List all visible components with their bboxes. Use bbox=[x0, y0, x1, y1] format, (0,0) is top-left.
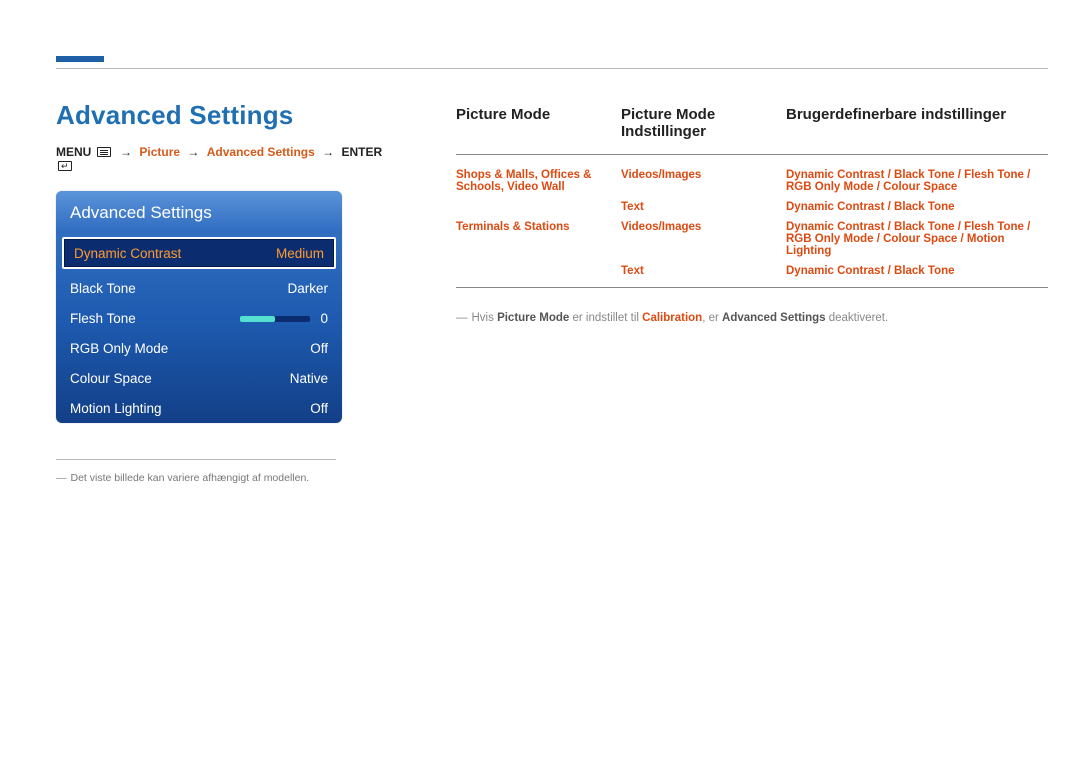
cell-picture-mode: Shops & Malls, Offices & Schools, Video … bbox=[456, 169, 621, 201]
cell-picture-mode bbox=[456, 201, 621, 221]
osd-item-value: Darker bbox=[287, 281, 328, 296]
header-picture-mode-settings: Picture Mode Indstillinger bbox=[621, 106, 786, 152]
osd-item-label: Flesh Tone bbox=[70, 311, 136, 326]
osd-item-dynamic-contrast[interactable]: Dynamic Contrast Medium bbox=[62, 237, 336, 269]
section-indicator bbox=[56, 56, 104, 62]
osd-panel: Advanced Settings Dynamic Contrast Medium… bbox=[56, 191, 342, 423]
cell-user-adjustable: Dynamic Contrast / Black Tone / Flesh To… bbox=[786, 221, 1048, 265]
cell-user-adjustable: Dynamic Contrast / Black Tone bbox=[786, 201, 1048, 221]
osd-item-value: Off bbox=[310, 341, 328, 356]
cell-picture-mode-setting: Text bbox=[621, 265, 786, 285]
cell-user-adjustable: Dynamic Contrast / Black Tone / Flesh To… bbox=[786, 169, 1048, 201]
calibration-note: ―Hvis Picture Mode er indstillet til Cal… bbox=[456, 302, 1048, 324]
osd-item-value: Medium bbox=[276, 246, 324, 261]
table-row: Shops & Malls, Offices & Schools, Video … bbox=[456, 169, 1048, 201]
enter-icon bbox=[58, 161, 72, 171]
osd-item-value: Native bbox=[290, 371, 328, 386]
breadcrumb-picture: Picture bbox=[139, 145, 180, 159]
table-row: TextDynamic Contrast / Black Tone bbox=[456, 265, 1048, 285]
menu-icon bbox=[97, 147, 111, 157]
breadcrumb-enter: ENTER bbox=[341, 145, 382, 159]
breadcrumb: MENU → Picture → Advanced Settings → ENT… bbox=[56, 145, 396, 173]
osd-item-colour-space[interactable]: Colour Space Native bbox=[56, 363, 342, 393]
osd-item-value: Off bbox=[310, 401, 328, 416]
table-header: Picture Mode Picture Mode Indstillinger … bbox=[456, 106, 1048, 152]
cell-picture-mode-setting: Videos/Images bbox=[621, 169, 786, 201]
osd-title: Advanced Settings bbox=[56, 191, 342, 233]
image-disclaimer: ―Det viste billede kan variere afhængigt… bbox=[56, 459, 336, 484]
osd-item-label: Motion Lighting bbox=[70, 401, 162, 416]
osd-item-flesh-tone[interactable]: Flesh Tone 0 bbox=[56, 303, 342, 333]
header-user-adjustable: Brugerdefinerbare indstillinger bbox=[786, 106, 1048, 152]
osd-item-motion-lighting[interactable]: Motion Lighting Off bbox=[56, 393, 342, 423]
top-divider bbox=[56, 68, 1048, 69]
table-rule-bottom bbox=[456, 287, 1048, 288]
osd-item-rgb-only-mode[interactable]: RGB Only Mode Off bbox=[56, 333, 342, 363]
osd-item-label: Dynamic Contrast bbox=[74, 246, 181, 261]
breadcrumb-advanced: Advanced Settings bbox=[207, 145, 315, 159]
osd-item-label: Colour Space bbox=[70, 371, 152, 386]
cell-picture-mode: Terminals & Stations bbox=[456, 221, 621, 265]
table-row: TextDynamic Contrast / Black Tone bbox=[456, 201, 1048, 221]
page-title: Advanced Settings bbox=[56, 100, 396, 131]
cell-picture-mode-setting: Videos/Images bbox=[621, 221, 786, 265]
osd-item-black-tone[interactable]: Black Tone Darker bbox=[56, 273, 342, 303]
table-rule bbox=[456, 154, 1048, 155]
slider-icon bbox=[240, 316, 310, 322]
cell-picture-mode bbox=[456, 265, 621, 285]
cell-picture-mode-setting: Text bbox=[621, 201, 786, 221]
cell-user-adjustable: Dynamic Contrast / Black Tone bbox=[786, 265, 1048, 285]
osd-item-label: Black Tone bbox=[70, 281, 136, 296]
osd-item-label: RGB Only Mode bbox=[70, 341, 168, 356]
header-picture-mode: Picture Mode bbox=[456, 106, 621, 152]
breadcrumb-menu: MENU bbox=[56, 145, 91, 159]
table-row: Terminals & StationsVideos/ImagesDynamic… bbox=[456, 221, 1048, 265]
osd-item-value: 0 bbox=[320, 311, 328, 326]
